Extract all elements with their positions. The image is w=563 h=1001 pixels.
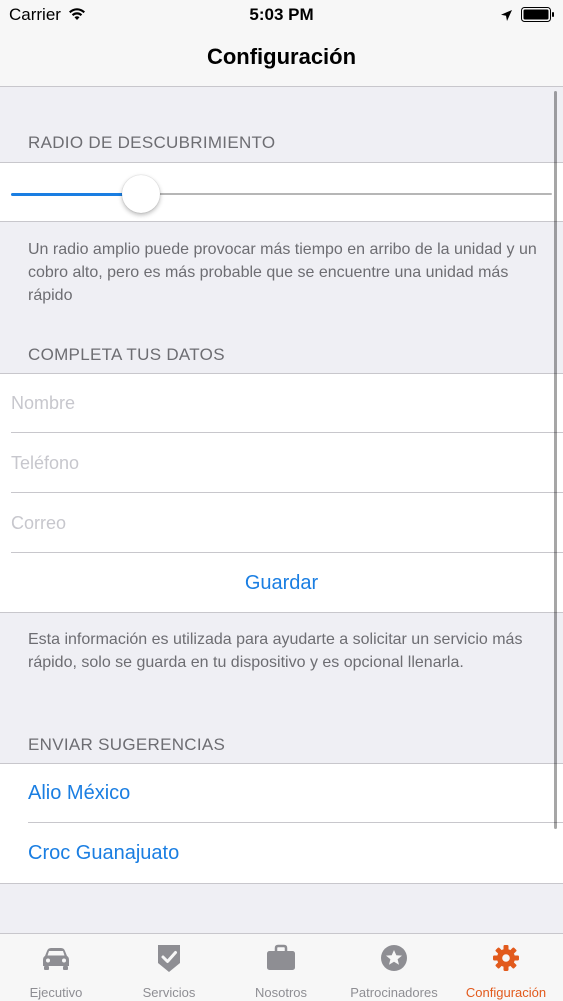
suggestion-row[interactable]: Alio México	[0, 764, 563, 823]
star-badge-icon	[377, 943, 411, 973]
save-row: Guardar	[0, 554, 563, 613]
suggestion-link-alio-mexico[interactable]: Alio México	[28, 764, 130, 823]
suggestions-list: Alio México Croc Guanajuato	[0, 763, 563, 884]
discovery-footer-text: Un radio amplio puede provocar más tiemp…	[28, 241, 537, 304]
navigation-bar: Configuración	[0, 30, 563, 87]
status-bar: Carrier 5:03 PM	[0, 0, 563, 30]
page-title: Configuración	[206, 44, 357, 69]
tab-label: Nosotros	[254, 985, 308, 1000]
suggestion-row[interactable]: Croc Guanajuato	[0, 824, 563, 883]
phone-row	[0, 434, 563, 493]
status-time: 5:03 PM	[249, 5, 314, 24]
gear-icon	[489, 943, 523, 973]
row-divider	[11, 552, 563, 553]
discovery-section-header: RADIO DE DESCUBRIMIENTO	[28, 133, 276, 152]
tab-label: Patrocinadores	[350, 985, 438, 1000]
name-field[interactable]	[11, 374, 541, 433]
discovery-radius-slider-thumb[interactable]	[121, 175, 160, 213]
discovery-slider-group	[0, 162, 563, 222]
save-button[interactable]: Guardar	[0, 554, 563, 613]
name-row	[0, 374, 563, 433]
settings-content[interactable]: RADIO DE DESCUBRIMIENTO Un radio amplio …	[0, 87, 563, 933]
email-row	[0, 494, 563, 553]
briefcase-icon	[264, 943, 298, 973]
tab-label: Servicios	[142, 985, 196, 1000]
shield-check-icon	[152, 943, 186, 973]
tab-label: Ejecutivo	[29, 985, 83, 1000]
tab-configuracion[interactable]: Configuración	[450, 934, 562, 1001]
row-divider	[28, 822, 563, 823]
tab-nosotros[interactable]: Nosotros	[225, 934, 337, 1001]
tab-patrocinadores[interactable]: Patrocinadores	[338, 934, 450, 1001]
row-divider	[11, 492, 563, 493]
row-divider	[11, 432, 563, 433]
location-arrow-icon	[500, 7, 513, 27]
tab-servicios[interactable]: Servicios	[113, 934, 225, 1001]
car-icon	[39, 943, 73, 973]
tab-bar: Ejecutivo Servicios Nosotros Patrocinado…	[0, 933, 563, 1001]
tab-label: Configuración	[465, 985, 547, 1000]
phone-field[interactable]	[11, 434, 541, 493]
suggestion-link-croc-guanajuato[interactable]: Croc Guanajuato	[28, 824, 179, 883]
battery-icon	[521, 7, 555, 27]
form-footer-text: Esta información es utilizada para ayuda…	[28, 631, 523, 671]
email-field[interactable]	[11, 494, 541, 553]
slider-track[interactable]	[140, 193, 552, 195]
tab-ejecutivo[interactable]: Ejecutivo	[0, 934, 112, 1001]
personal-data-form: Guardar	[0, 373, 563, 613]
form-section-header: COMPLETA TUS DATOS	[28, 345, 225, 364]
scroll-indicator[interactable]	[554, 91, 557, 829]
suggestions-section-header: ENVIAR SUGERENCIAS	[28, 735, 226, 754]
